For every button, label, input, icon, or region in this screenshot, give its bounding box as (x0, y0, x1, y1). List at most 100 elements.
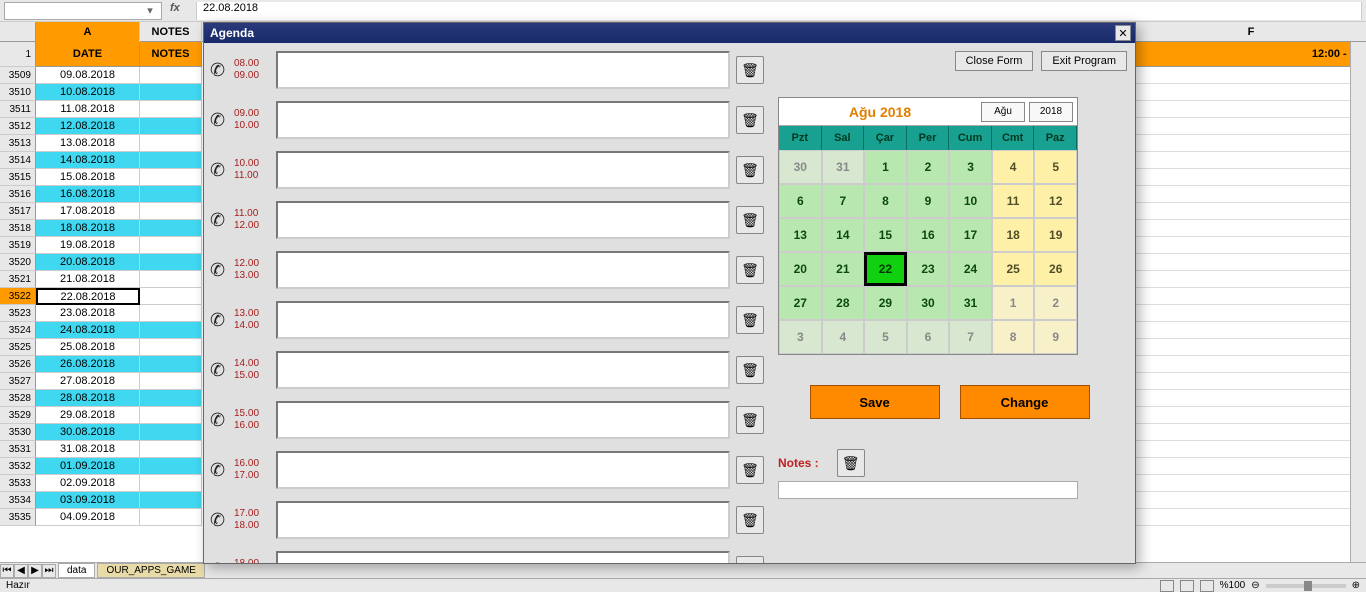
cell[interactable] (1136, 390, 1366, 407)
calendar-day-cell[interactable]: 29 (864, 286, 907, 320)
save-button[interactable]: Save (810, 385, 940, 419)
phone-icon[interactable] (210, 560, 230, 563)
agenda-trash-button[interactable] (736, 456, 764, 484)
column-header-f[interactable]: F (1136, 22, 1366, 42)
sheet-tab-ourapps[interactable]: OUR_APPS_GAME (97, 563, 204, 578)
cell-date[interactable]: 19.08.2018 (36, 237, 140, 254)
calendar-day-cell[interactable]: 3 (779, 320, 822, 354)
calendar-day-cell[interactable]: 2 (1034, 286, 1077, 320)
cell[interactable] (1136, 271, 1366, 288)
row-header[interactable]: 3527 (0, 373, 36, 390)
agenda-note-input[interactable] (276, 301, 730, 339)
calendar-day-cell[interactable]: 1 (864, 150, 907, 184)
row-header[interactable]: 3512 (0, 118, 36, 135)
cell-notes[interactable] (140, 101, 202, 118)
cell[interactable] (1136, 118, 1366, 135)
fx-icon[interactable]: fx (170, 2, 190, 20)
agenda-trash-button[interactable] (736, 206, 764, 234)
tab-nav-first[interactable]: ⏮ (0, 564, 14, 578)
cell-notes[interactable] (140, 339, 202, 356)
agenda-note-input[interactable] (276, 151, 730, 189)
row-header[interactable]: 3524 (0, 322, 36, 339)
cell-date[interactable]: 11.08.2018 (36, 101, 140, 118)
month-dropdown[interactable]: Ağu (981, 102, 1025, 122)
notes-input[interactable] (778, 481, 1078, 499)
cell-date[interactable]: 13.08.2018 (36, 135, 140, 152)
calendar-day-cell[interactable]: 6 (779, 184, 822, 218)
cell[interactable] (1136, 169, 1366, 186)
change-button[interactable]: Change (960, 385, 1090, 419)
row-header[interactable]: 3519 (0, 237, 36, 254)
view-normal-icon[interactable] (1160, 580, 1174, 592)
tab-nav-last[interactable]: ⏭ (42, 564, 56, 578)
column-header-b[interactable]: NOTES (140, 22, 202, 42)
cell[interactable] (1136, 509, 1366, 526)
calendar-day-cell[interactable]: 7 (822, 184, 865, 218)
column-header-a[interactable]: A (36, 22, 140, 42)
cell[interactable] (1136, 458, 1366, 475)
calendar-day-cell[interactable]: 20 (779, 252, 822, 286)
cell-date[interactable]: 28.08.2018 (36, 390, 140, 407)
cell-date[interactable]: 30.08.2018 (36, 424, 140, 441)
cell-notes[interactable] (140, 373, 202, 390)
phone-icon[interactable] (210, 510, 230, 530)
cell-notes[interactable] (140, 169, 202, 186)
cell[interactable] (1136, 407, 1366, 424)
cell-date[interactable]: 24.08.2018 (36, 322, 140, 339)
phone-icon[interactable] (210, 210, 230, 230)
agenda-trash-button[interactable] (736, 106, 764, 134)
row-header[interactable]: 3511 (0, 101, 36, 118)
cell-notes[interactable] (140, 84, 202, 101)
phone-icon[interactable] (210, 460, 230, 480)
calendar-day-cell[interactable]: 31 (822, 150, 865, 184)
row-header[interactable]: 3516 (0, 186, 36, 203)
cell-date[interactable]: 16.08.2018 (36, 186, 140, 203)
year-dropdown[interactable]: 2018 (1029, 102, 1073, 122)
cell[interactable] (1136, 356, 1366, 373)
row-header[interactable]: 3526 (0, 356, 36, 373)
cell[interactable] (1136, 67, 1366, 84)
cell-date[interactable]: 12.08.2018 (36, 118, 140, 135)
cell-notes[interactable] (140, 67, 202, 84)
calendar-day-cell[interactable]: 9 (1034, 320, 1077, 354)
agenda-note-input[interactable] (276, 251, 730, 289)
select-all-corner[interactable] (0, 22, 36, 41)
phone-icon[interactable] (210, 110, 230, 130)
cell-notes[interactable] (140, 492, 202, 509)
cell[interactable] (1136, 203, 1366, 220)
cell-notes[interactable] (140, 118, 202, 135)
cell-date[interactable]: 09.08.2018 (36, 67, 140, 84)
cell-date[interactable]: 18.08.2018 (36, 220, 140, 237)
exit-program-button[interactable]: Exit Program (1041, 51, 1127, 71)
row-header[interactable]: 3517 (0, 203, 36, 220)
cell[interactable] (1136, 322, 1366, 339)
calendar-day-cell[interactable]: 8 (864, 184, 907, 218)
calendar-day-cell[interactable]: 8 (992, 320, 1035, 354)
calendar-day-cell[interactable]: 4 (822, 320, 865, 354)
cell[interactable] (1136, 186, 1366, 203)
cell[interactable] (1136, 220, 1366, 237)
cell[interactable] (1136, 373, 1366, 390)
phone-icon[interactable] (210, 410, 230, 430)
row-header[interactable]: 3534 (0, 492, 36, 509)
cell-date[interactable]: 15.08.2018 (36, 169, 140, 186)
tab-nav-next[interactable]: ▶ (28, 564, 42, 578)
agenda-note-input[interactable] (276, 351, 730, 389)
cell-notes[interactable] (140, 186, 202, 203)
cell[interactable] (1136, 152, 1366, 169)
agenda-note-input[interactable] (276, 201, 730, 239)
cell-notes[interactable] (140, 475, 202, 492)
cell-notes[interactable] (140, 203, 202, 220)
cell-date[interactable]: 31.08.2018 (36, 441, 140, 458)
cell-notes[interactable] (140, 441, 202, 458)
row-header[interactable]: 3531 (0, 441, 36, 458)
cell-date[interactable]: 14.08.2018 (36, 152, 140, 169)
cell[interactable] (1136, 254, 1366, 271)
agenda-note-input[interactable] (276, 551, 730, 563)
calendar-day-cell[interactable]: 13 (779, 218, 822, 252)
cell-date[interactable]: 26.08.2018 (36, 356, 140, 373)
calendar-day-cell[interactable]: 5 (864, 320, 907, 354)
calendar-day-cell[interactable]: 30 (907, 286, 950, 320)
calendar-day-cell[interactable]: 28 (822, 286, 865, 320)
agenda-trash-button[interactable] (736, 306, 764, 334)
